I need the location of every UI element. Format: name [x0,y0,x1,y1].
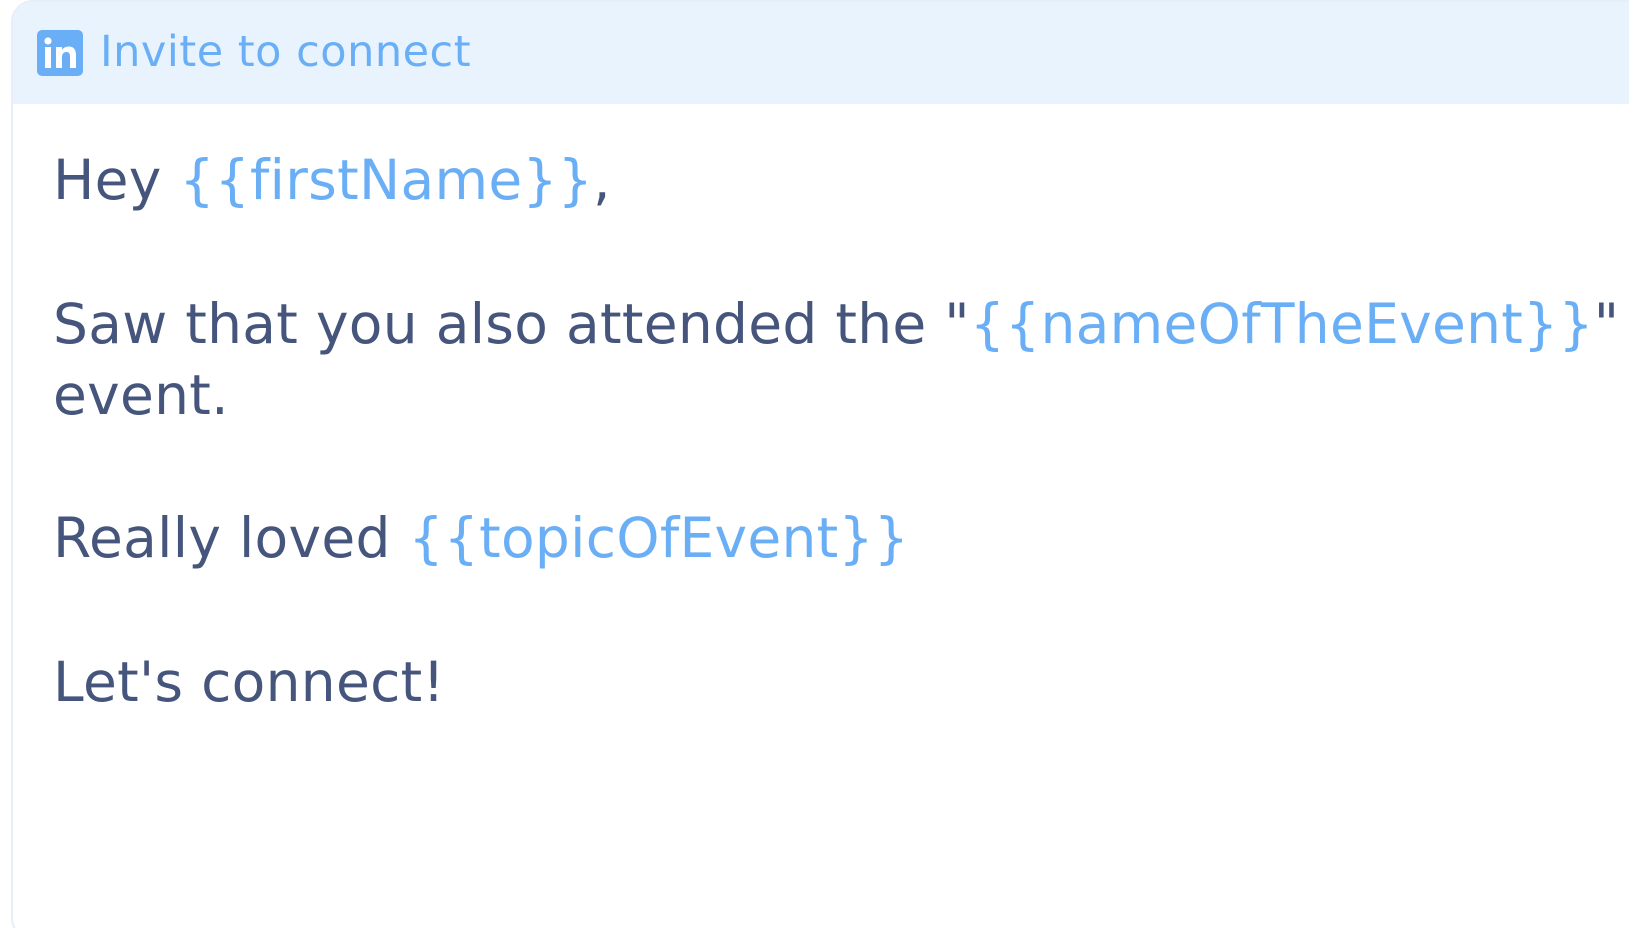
first-name-variable: {{firstName}} [179,148,594,212]
greeting-line: Hey {{firstName}}, [53,145,611,215]
linkedin-icon [37,30,83,76]
header-title: Invite to connect [100,27,472,77]
event-line: Saw that you also attended the "{{nameOf… [53,289,1619,359]
event-line-prefix: Saw that you also attended the " [53,292,970,356]
topic-variable: {{topicOfEvent}} [408,506,910,570]
event-line-continued: event. [53,363,229,427]
topic-line-prefix: Really loved [53,506,409,570]
closing-line: Let's connect! [53,650,445,714]
greeting-suffix: , [593,148,611,212]
event-line-suffix: " [1593,292,1620,356]
greeting-prefix: Hey [53,148,180,212]
message-template-card: Invite to connect Hey {{firstName}}, Saw… [11,0,1629,928]
topic-line: Really loved {{topicOfEvent}} [53,503,909,573]
event-name-variable: {{nameOfTheEvent}} [969,292,1594,356]
card-header: Invite to connect [13,2,1629,104]
